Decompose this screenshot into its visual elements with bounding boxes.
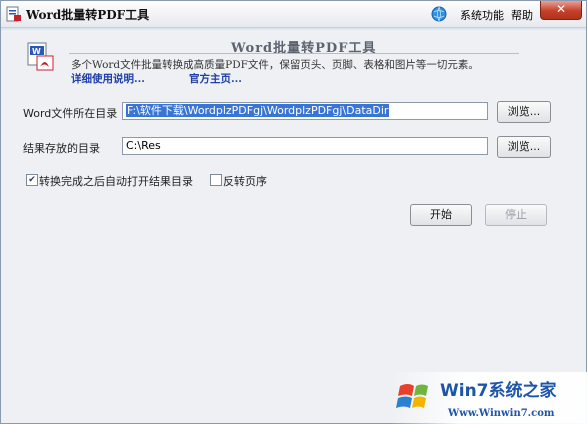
close-icon: ✕ bbox=[555, 2, 567, 16]
watermark-brand: Win7系统之家 bbox=[440, 380, 557, 401]
header-divider bbox=[1, 28, 586, 32]
result-dir-input[interactable]: C:\Res bbox=[122, 137, 488, 155]
window-title: Word批量转PDF工具 bbox=[26, 8, 150, 22]
source-dir-label: Word文件所在目录 bbox=[23, 107, 118, 120]
watermark-url: Www.Winwin7.com bbox=[447, 408, 555, 419]
open-after-label[interactable]: 转换完成之后自动打开结果目录 bbox=[39, 173, 193, 189]
source-dir-value: F:\软件下载\WordplzPDFgj\WordplzPDFgj\DataDi… bbox=[126, 104, 390, 117]
app-icon bbox=[6, 6, 21, 22]
reverse-order-label[interactable]: 反转页序 bbox=[223, 173, 267, 189]
app-window: Word批量转PDF工具 系统功能 帮助 ✕ W Word批量转PDF工具 多个… bbox=[0, 0, 587, 424]
result-dir-label: 结果存放的目录 bbox=[23, 142, 100, 155]
site-watermark: Win7系统之家 Www.Winwin7.com bbox=[390, 372, 587, 424]
menu-help[interactable]: 帮助 bbox=[511, 7, 533, 23]
tool-description: 多个Word文件批量转换成高质量PDF文件，保留页头、页脚、表格和图片等一切元素… bbox=[71, 59, 479, 71]
open-after-checkbox[interactable]: ✔ bbox=[26, 174, 38, 186]
reverse-order-checkbox[interactable] bbox=[210, 174, 222, 186]
word-to-pdf-icon: W bbox=[27, 42, 54, 71]
result-browse-button[interactable]: 浏览... bbox=[497, 136, 551, 158]
title-underline bbox=[69, 53, 519, 54]
svg-text:W: W bbox=[32, 47, 41, 56]
homepage-link[interactable]: 官方主页... bbox=[189, 71, 242, 86]
globe-icon[interactable] bbox=[431, 6, 447, 22]
source-dir-input[interactable]: F:\软件下载\WordplzPDFgj\WordplzPDFgj\DataDi… bbox=[122, 102, 488, 120]
start-button[interactable]: 开始 bbox=[410, 204, 472, 226]
stop-button: 停止 bbox=[485, 204, 547, 226]
close-button[interactable]: ✕ bbox=[540, 1, 582, 20]
menu-system-functions[interactable]: 系统功能 bbox=[460, 7, 504, 23]
title-bar: Word批量转PDF工具 系统功能 帮助 ✕ bbox=[1, 1, 586, 28]
source-browse-button[interactable]: 浏览... bbox=[497, 101, 551, 123]
usage-link[interactable]: 详细使用说明... bbox=[71, 71, 145, 86]
checkmark-icon: ✔ bbox=[28, 175, 36, 185]
